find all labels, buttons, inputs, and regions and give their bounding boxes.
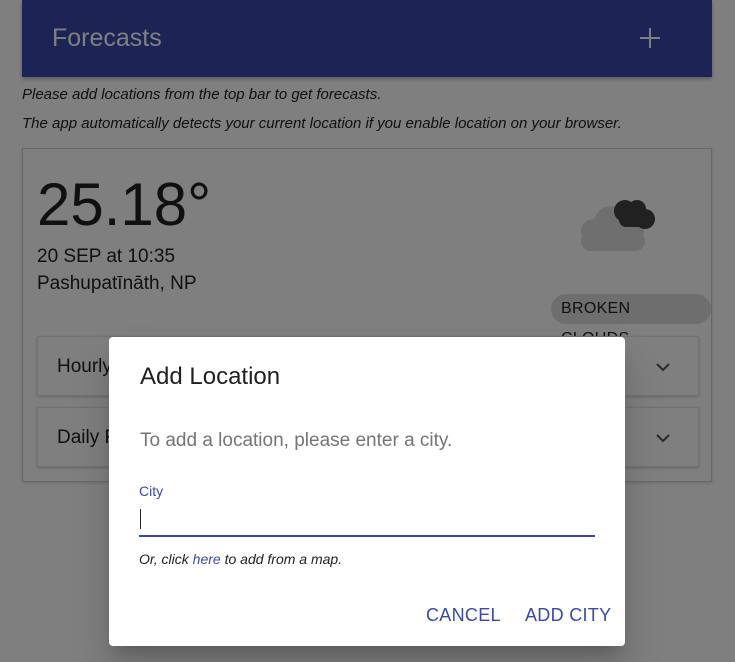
text-cursor [140, 509, 141, 529]
city-field-label: City [139, 483, 164, 499]
map-link[interactable]: here [193, 551, 221, 567]
dialog-title: Add Location [140, 363, 281, 390]
add-city-button[interactable]: ADD CITY [525, 601, 611, 629]
city-input[interactable] [139, 503, 595, 537]
map-hint-prefix: Or, click [139, 551, 193, 567]
add-location-dialog: Add Location To add a location, please e… [109, 337, 625, 646]
map-hint: Or, click here to add from a map. [139, 551, 342, 567]
page: Forecasts Please add locations from the … [0, 0, 735, 662]
cancel-button[interactable]: CANCEL [426, 601, 501, 629]
map-hint-suffix: to add from a map. [220, 551, 343, 567]
dialog-description: To add a location, please enter a city. [140, 430, 453, 451]
